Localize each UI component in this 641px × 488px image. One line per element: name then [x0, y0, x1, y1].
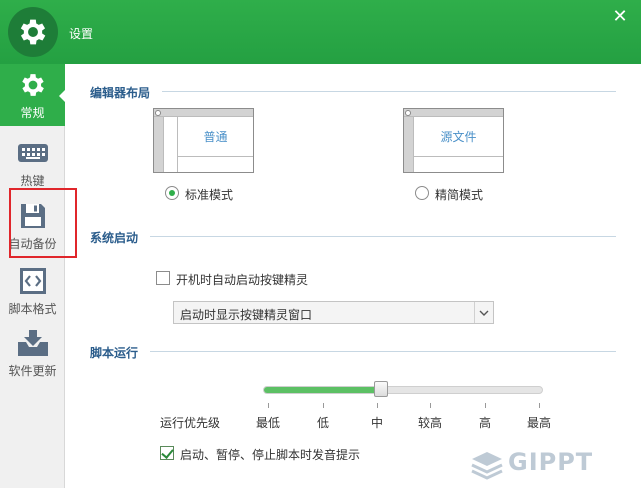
watermark-text: GIPPT [508, 448, 594, 476]
sidebar-item-script-format[interactable]: 脚本格式 [0, 260, 65, 322]
script-run-title: 脚本运行 [90, 346, 139, 360]
priority-tick [430, 403, 431, 408]
active-indicator [59, 90, 65, 102]
priority-level-high: 高 [478, 416, 492, 430]
keyboard-icon [16, 136, 50, 170]
sidebar-item-hotkeys[interactable]: 热键 [0, 132, 65, 194]
priority-slider-fill [264, 387, 382, 393]
app-gear-logo-icon [8, 7, 58, 57]
sidebar: 常规 热键 自动备份 脚本格式 软件更新 [0, 64, 65, 488]
priority-tick [485, 403, 486, 408]
priority-level-highest: 最高 [526, 416, 552, 430]
compact-mode-radio[interactable] [415, 186, 429, 200]
startup-window-select-value: 启动时显示按键精灵窗口 [180, 308, 313, 322]
sidebar-item-auto-backup[interactable]: 自动备份 [0, 195, 65, 257]
gear-icon [16, 68, 50, 102]
editor-layout-title: 编辑器布局 [90, 86, 151, 100]
auto-start-checkbox[interactable] [156, 271, 170, 285]
sidebar-item-general[interactable]: 常规 [0, 64, 65, 126]
priority-level-low: 低 [316, 416, 330, 430]
section-divider [162, 91, 616, 92]
floppy-disk-icon [16, 199, 50, 233]
standard-preview-label: 普通 [178, 117, 253, 157]
compact-preview-label: 源文件 [414, 117, 503, 157]
standard-layout-preview[interactable]: 普通 [153, 108, 254, 173]
sidebar-item-label: 热键 [20, 174, 45, 188]
compact-mode-label: 精简模式 [435, 188, 484, 202]
compact-layout-preview[interactable]: 源文件 [403, 108, 504, 173]
sidebar-item-label: 常规 [20, 106, 45, 120]
code-brackets-icon [16, 264, 50, 298]
startup-window-select[interactable]: 启动时显示按键精灵窗口 [173, 301, 494, 324]
sound-prompt-checkbox[interactable] [160, 446, 174, 460]
section-divider [150, 351, 616, 352]
sidebar-item-label: 脚本格式 [8, 302, 57, 316]
system-startup-title: 系统启动 [90, 231, 139, 245]
standard-mode-radio[interactable] [165, 186, 179, 200]
priority-tick [323, 403, 324, 408]
priority-slider-track[interactable] [263, 386, 543, 394]
standard-mode-label: 标准模式 [185, 188, 234, 202]
priority-level-higher: 较高 [417, 416, 443, 430]
auto-start-label: 开机时自动启动按键精灵 [176, 273, 309, 287]
title-bar: 设置 ✕ [0, 0, 641, 64]
stacked-layers-icon [471, 452, 503, 480]
close-button[interactable]: ✕ [611, 8, 629, 26]
sound-prompt-label: 启动、暂停、停止脚本时发音提示 [180, 448, 361, 462]
sidebar-item-label: 自动备份 [8, 237, 57, 251]
priority-slider-handle[interactable] [374, 381, 388, 397]
priority-tick [377, 403, 378, 408]
sidebar-item-software-update[interactable]: 软件更新 [0, 322, 65, 384]
sidebar-item-label: 软件更新 [8, 364, 57, 378]
window-title: 设置 [69, 27, 94, 41]
close-icon: ✕ [612, 6, 628, 27]
watermark-logo: GIPPT [470, 440, 641, 488]
download-tray-icon [16, 326, 50, 360]
priority-tick [539, 403, 540, 408]
priority-level-medium: 中 [370, 416, 384, 430]
priority-label: 运行优先级 [160, 416, 221, 430]
priority-tick [268, 403, 269, 408]
section-divider [150, 236, 616, 237]
chevron-down-icon[interactable] [474, 302, 493, 323]
priority-level-lowest: 最低 [255, 416, 281, 430]
